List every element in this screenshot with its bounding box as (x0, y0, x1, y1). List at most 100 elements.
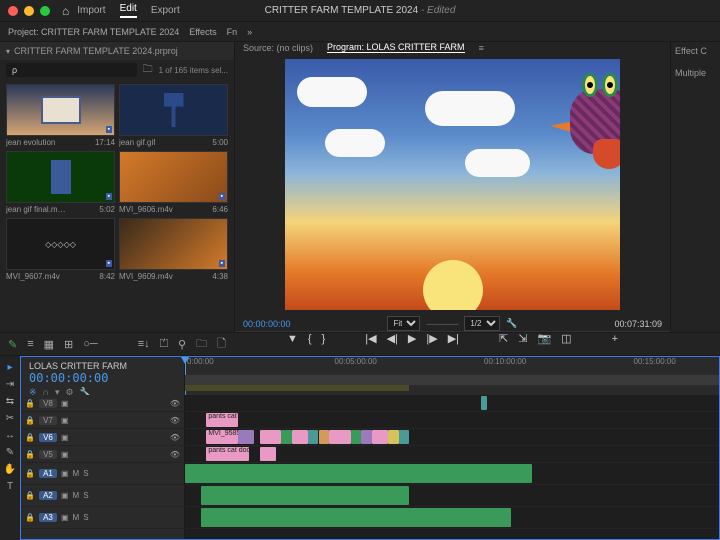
transport-bar: 00:00:00:00 Fit ───── 1/2 🔧 00:07:31:09 (235, 316, 670, 331)
add-button-icon[interactable]: + (612, 333, 618, 345)
extract-icon[interactable]: ⇲ (518, 332, 527, 345)
titlebar: ⌂ Import Edit Export CRITTER FARM TEMPLA… (0, 0, 720, 22)
effects-title: Effect C (675, 46, 716, 56)
bin-grid: ▪jean evolution17:14 jean gif.gif5:00 ▪j… (0, 80, 234, 332)
work-area[interactable] (185, 385, 409, 391)
track-header-v7[interactable]: 🔒V7▣👁 (21, 412, 184, 429)
timeline-ruler[interactable]: 0:00:00 00:05:00:00 00:10:00:00 00:15:00… (185, 357, 719, 395)
workspace-tabs: Project: CRITTER FARM TEMPLATE 2024 Effe… (0, 22, 720, 42)
pen-tool-icon[interactable]: ✎ (6, 447, 14, 458)
slip-tool-icon[interactable]: ↔ (5, 430, 15, 441)
timeline-content[interactable]: pants cat MVI_9585 pants cat doo (185, 395, 719, 539)
step-back-icon[interactable]: ◀| (387, 332, 398, 345)
cloud-graphic (297, 77, 367, 107)
list-view-icon[interactable]: ≡ (27, 338, 33, 350)
fn-tab[interactable]: Fn (227, 27, 238, 37)
step-fwd-icon[interactable]: |▶ (426, 332, 437, 345)
goto-out-icon[interactable]: ▶| (448, 332, 459, 345)
program-panel: Source: (no clips) Program: LOLAS CRITTE… (235, 42, 670, 332)
sequence-name[interactable]: LOLAS CRITTER FARM (29, 361, 176, 371)
tab-export[interactable]: Export (151, 5, 180, 16)
bin-item[interactable]: ▪MVI_9609.m4v4:38 (119, 218, 228, 281)
timeline-panel: ▸ ⇥ ⇆ ✂ ↔ ✎ ✋ T LOLAS CRITTER FARM 00:00… (0, 356, 720, 540)
ripple-tool-icon[interactable]: ⇆ (6, 396, 14, 407)
zoom-slider[interactable]: ○─ (83, 338, 97, 350)
lift-icon[interactable]: ⇱ (499, 332, 508, 345)
resolution-select[interactable]: 1/2 (464, 316, 500, 331)
pen-tool-icon[interactable]: ✎ (8, 338, 17, 351)
new-item-icon[interactable]: 🗋 (217, 335, 226, 354)
hand-tool-icon[interactable]: ✋ (4, 464, 16, 475)
compare-icon[interactable]: ◫ (561, 332, 571, 345)
bin-item[interactable]: ▪jean gif final.mp45:02 (6, 151, 115, 214)
folder-icon[interactable]: 🗀 (143, 62, 153, 79)
sequence-timecode[interactable]: 00:00:00:00 (29, 371, 176, 385)
project-panel: ▾ CRITTER FARM TEMPLATE 2024.prproj 🗀 1 … (0, 42, 235, 332)
export-frame-icon[interactable]: 📷 (537, 332, 551, 345)
lock-icon[interactable]: 🔒 (25, 399, 35, 408)
project-header[interactable]: ▾ CRITTER FARM TEMPLATE 2024.prproj (0, 42, 234, 60)
window-controls (8, 6, 50, 16)
project-tab[interactable]: Project: CRITTER FARM TEMPLATE 2024 (8, 27, 179, 37)
timecode-out[interactable]: 00:07:31:09 (614, 319, 662, 329)
track-header-v8[interactable]: 🔒V8▣👁 (21, 395, 184, 412)
home-icon[interactable]: ⌂ (62, 4, 69, 18)
track-header-v5[interactable]: 🔒V5▣👁 (21, 446, 184, 463)
item-count: 1 of 165 items sel... (159, 66, 228, 75)
track-header-v6[interactable]: 🔒V6▣👁 (21, 429, 184, 446)
maximize-icon[interactable] (40, 6, 50, 16)
bin-item[interactable]: jean gif.gif5:00 (119, 84, 228, 147)
program-tab[interactable]: Program: LOLAS CRITTER FARM (327, 42, 465, 53)
cloud-graphic (425, 91, 515, 126)
effects-controls-panel: Effect C Multiple (670, 42, 720, 332)
bin-item[interactable]: ▪MVI_9607.m4v8:42 (6, 218, 115, 281)
automate-icon[interactable]: ⏍ (160, 338, 168, 351)
bin-item[interactable]: ▪jean evolution17:14 (6, 84, 115, 147)
effects-row: Multiple (675, 68, 716, 78)
sun-graphic (423, 260, 483, 310)
tab-edit[interactable]: Edit (120, 3, 137, 18)
eye-icon[interactable]: 👁 (170, 399, 180, 408)
close-icon[interactable] (8, 6, 18, 16)
zoom-fit-select[interactable]: Fit (387, 316, 420, 331)
goto-in-icon[interactable]: |◀ (365, 332, 376, 345)
source-tab[interactable]: Source: (no clips) (243, 43, 313, 53)
razor-tool-icon[interactable]: ✂ (6, 413, 14, 424)
new-bin-icon[interactable]: 🗀 (196, 335, 207, 354)
bin-item[interactable]: ▪MVI_9606.m4v6:46 (119, 151, 228, 214)
track-select-icon[interactable]: ⇥ (6, 379, 14, 390)
track-header-a2[interactable]: 🔒A2▣MS (21, 485, 184, 507)
icon-view-icon[interactable]: ▦ (44, 338, 54, 351)
playback-controls: ▼ { } |◀ ◀| ▶ |▶ ▶| ⇱ ⇲ 📷 ◫ + (235, 331, 670, 345)
timecode-in[interactable]: 00:00:00:00 (243, 319, 291, 329)
type-tool-icon[interactable]: T (7, 481, 13, 492)
out-point-icon[interactable]: } (322, 333, 326, 345)
project-filename: CRITTER FARM TEMPLATE 2024.prproj (14, 46, 178, 56)
marker-icon[interactable]: ▼ (287, 333, 298, 345)
tab-import[interactable]: Import (77, 5, 105, 16)
overflow-icon[interactable]: » (247, 27, 252, 37)
effects-tab[interactable]: Effects (189, 27, 216, 37)
sort-icon[interactable]: ≡↓ (138, 338, 150, 350)
bird-graphic (540, 69, 620, 169)
wrench-icon[interactable]: 🔧 (506, 318, 517, 329)
program-monitor[interactable] (235, 53, 670, 316)
mute-icon[interactable]: M (73, 469, 80, 478)
solo-icon[interactable]: S (83, 469, 88, 478)
find-icon[interactable]: ⚲ (178, 338, 186, 351)
track-headers: 🔒V8▣👁 🔒V7▣👁 🔒V6▣👁 🔒V5▣👁 🔒A1▣MS 🔒A2▣MS 🔒A… (21, 395, 185, 539)
top-tabs: Import Edit Export (77, 3, 179, 18)
in-point-icon[interactable]: { (308, 333, 312, 345)
track-header-a3[interactable]: 🔒A3▣MS (21, 507, 184, 529)
play-icon[interactable]: ▶ (408, 332, 416, 345)
freeform-icon[interactable]: ⊞ (64, 338, 73, 351)
track-header-a1[interactable]: 🔒A1▣MS (21, 463, 184, 485)
clip-badge: ▪ (106, 193, 112, 200)
timeline-tools: ▸ ⇥ ⇆ ✂ ↔ ✎ ✋ T (0, 356, 20, 540)
minimize-icon[interactable] (24, 6, 34, 16)
panel-menu-icon[interactable]: ≡ (479, 43, 484, 53)
selection-tool-icon[interactable]: ▸ (7, 362, 12, 373)
search-input[interactable] (6, 63, 137, 77)
chevron-down-icon: ▾ (6, 47, 10, 56)
clip-badge: ▪ (106, 126, 112, 133)
